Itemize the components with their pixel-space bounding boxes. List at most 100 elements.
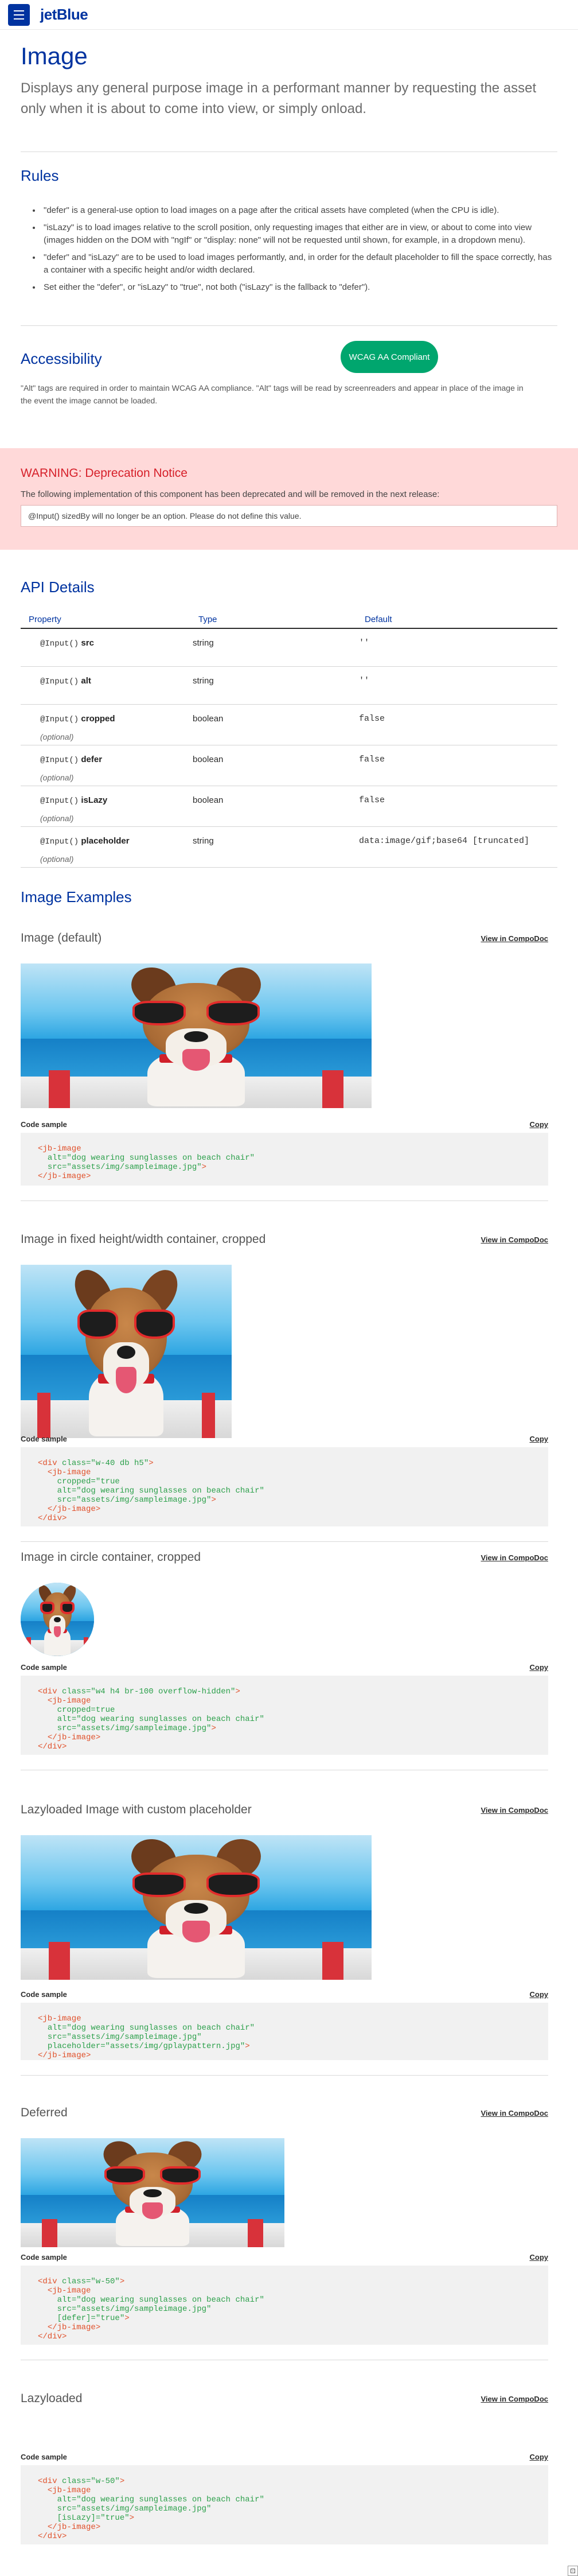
property-name: alt [81, 675, 91, 686]
list-item: "defer" and "isLazy" are to be used to l… [41, 251, 557, 277]
code-block[interactable]: <div class="w-50"> <jb-image alt="dog we… [21, 2465, 548, 2544]
list-item: "isLazy" is to load images relative to t… [41, 222, 557, 247]
input-decorator: @Input() [40, 639, 79, 648]
compodoc-link[interactable]: View in CompoDoc [481, 2109, 549, 2117]
rules-title: Rules [21, 167, 59, 184]
compodoc-link[interactable]: View in CompoDoc [481, 1806, 549, 1815]
table-row: @Input() defer (optional) boolean false [21, 745, 557, 786]
input-decorator: @Input() [40, 677, 79, 686]
code-block[interactable]: <div class="w4 h4 br-100 overflow-hidden… [21, 1676, 548, 1755]
accessibility-title: Accessibility [21, 350, 102, 367]
api-section: API Details Property Type Default @Input… [0, 550, 578, 888]
property-name: defer [81, 754, 103, 764]
list-item: "defer" is a general-use option to load … [41, 204, 557, 217]
code-block[interactable]: <jb-image alt="dog wearing sunglasses on… [21, 1133, 548, 1186]
examples-title: Image Examples [21, 888, 132, 906]
optional-label: (optional) [40, 772, 74, 782]
wcag-badge: WCAG AA Compliant [341, 341, 438, 373]
default-cell: false [357, 745, 557, 786]
rules-section: Rules "defer" is a general-use option to… [0, 152, 578, 325]
example-header: Image (default) View in CompoDoc [21, 931, 548, 945]
table-row: @Input() cropped (optional) boolean false [21, 704, 557, 745]
api-table: Property Type Default @Input() src string… [21, 609, 557, 868]
property-cell: @Input() isLazy (optional) [21, 786, 190, 827]
col-property: Property [21, 609, 190, 629]
compodoc-link[interactable]: View in CompoDoc [481, 2395, 549, 2403]
compodoc-link[interactable]: View in CompoDoc [481, 934, 549, 943]
code-block[interactable]: <div class="w-40 db h5"> <jb-image cropp… [21, 1447, 548, 1526]
divider [21, 1541, 548, 1542]
table-row: @Input() alt string '' [21, 666, 557, 705]
compodoc-link[interactable]: View in CompoDoc [481, 1553, 549, 1562]
brand-logo[interactable]: jetBlue [40, 6, 88, 24]
type-cell: boolean [190, 745, 357, 786]
type-cell: string [190, 628, 357, 667]
col-default: Default [357, 609, 557, 629]
accessibility-section: Accessibility WCAG AA Compliant "Alt" ta… [0, 326, 578, 441]
default-cell: data:image/gif;base64 [truncated] [357, 826, 557, 868]
divider [21, 2075, 548, 2076]
code-sample-label: Code sample [21, 2453, 67, 2461]
sample-image [21, 963, 372, 1108]
property-cell: @Input() placeholder (optional) [21, 826, 190, 868]
example-header: Image in circle container, cropped View i… [21, 1551, 548, 1564]
input-decorator: @Input() [40, 714, 79, 724]
example-header: Image in fixed height/width container, c… [21, 1233, 548, 1246]
copy-button[interactable]: Copy [530, 2453, 549, 2461]
sample-image [21, 1835, 372, 1980]
input-decorator: @Input() [40, 837, 79, 846]
scroll-corner-icon[interactable]: ⊡ [568, 2566, 578, 2576]
api-title: API Details [21, 578, 95, 596]
default-cell: false [357, 704, 557, 745]
code-sample-label: Code sample [21, 1663, 67, 1672]
table-row: @Input() placeholder (optional) string data… [21, 826, 557, 868]
type-cell: boolean [190, 786, 357, 827]
divider [21, 1200, 548, 1201]
compodoc-link[interactable]: View in CompoDoc [481, 1235, 549, 1244]
example-title: Lazyloaded [21, 2392, 83, 2405]
property-name: isLazy [81, 795, 108, 805]
code-block[interactable]: <jb-image alt="dog wearing sunglasses on… [21, 2003, 548, 2060]
property-name: cropped [81, 713, 115, 724]
sample-image [21, 1265, 232, 1438]
example-title: Image in fixed height/width container, c… [21, 1233, 266, 1246]
code-sample-label: Code sample [21, 2253, 67, 2262]
code-sample-header: Code sample Copy [21, 2453, 548, 2461]
list-item: Set either the "defer", or "isLazy" to "… [41, 281, 557, 294]
example-title: Lazyloaded Image with custom placeholder [21, 1803, 252, 1816]
copy-button[interactable]: Copy [530, 1990, 549, 1999]
property-name: src [81, 638, 94, 648]
table-row: @Input() src string '' [21, 628, 557, 667]
sample-image [21, 2138, 284, 2247]
property-cell: @Input() alt [21, 666, 190, 705]
example-title: Image (default) [21, 931, 102, 945]
code-sample-header: Code sample Copy [21, 2253, 548, 2262]
code-block[interactable]: <div class="w-50"> <jb-image alt="dog we… [21, 2266, 548, 2345]
menu-icon[interactable] [8, 3, 30, 26]
property-cell: @Input() defer (optional) [21, 745, 190, 786]
optional-label: (optional) [40, 854, 74, 864]
code-sample-header: Code sample Copy [21, 1990, 548, 1999]
type-cell: string [190, 826, 357, 868]
warning-title: WARNING: Deprecation Notice [21, 467, 188, 480]
copy-button[interactable]: Copy [530, 2253, 549, 2262]
optional-label: (optional) [40, 813, 74, 823]
sample-image [21, 1583, 94, 1656]
accessibility-text: "Alt" tags are required in order to main… [21, 383, 524, 405]
default-cell: false [357, 786, 557, 827]
type-cell: string [190, 666, 357, 705]
rules-list: "defer" is a general-use option to load … [41, 204, 557, 294]
input-decorator: @Input() [40, 796, 79, 806]
warning-box: @Input() sizedBy will no longer be an op… [21, 505, 557, 527]
property-cell: @Input() src [21, 628, 190, 667]
input-decorator: @Input() [40, 755, 79, 765]
optional-label: (optional) [40, 732, 74, 741]
copy-button[interactable]: Copy [530, 1435, 549, 1443]
example-title: Deferred [21, 2106, 68, 2119]
default-cell: '' [357, 666, 557, 705]
copy-button[interactable]: Copy [530, 1663, 549, 1672]
example-header: Deferred View in CompoDoc [21, 2106, 548, 2120]
copy-button[interactable]: Copy [530, 1120, 549, 1129]
property-cell: @Input() cropped (optional) [21, 704, 190, 745]
code-sample-label: Code sample [21, 1120, 67, 1129]
